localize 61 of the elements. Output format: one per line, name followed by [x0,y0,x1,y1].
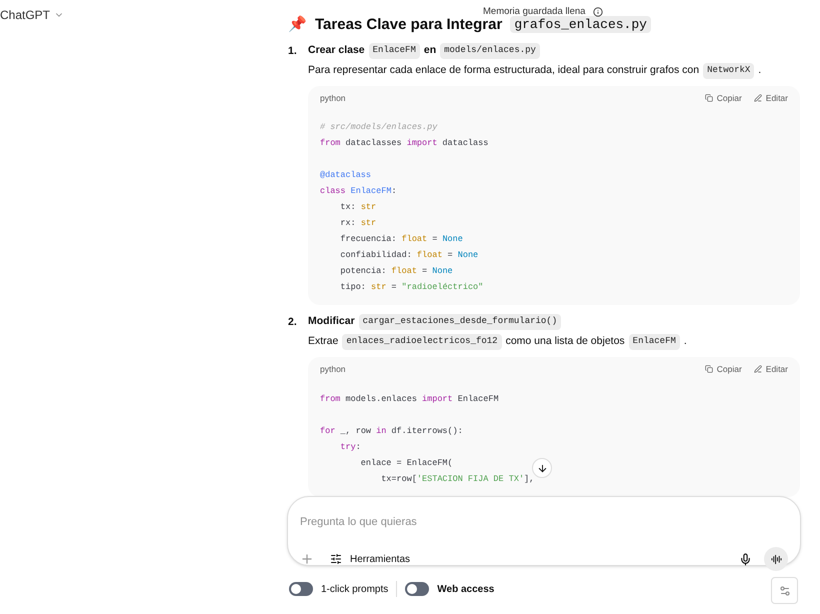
inline-code: EnlaceFM [628,334,680,350]
code-line: confiabilidad: float = None [339,250,478,260]
inline-code: NetworkX [703,63,754,79]
settings-button[interactable] [771,577,798,604]
code-language: python [320,92,346,104]
code-line: from models.enlaces import EnlaceFM [320,394,499,404]
waveform-icon [770,554,782,564]
code-line: rx: str [339,218,376,228]
copy-button[interactable]: Copiar [704,362,742,376]
copy-icon [704,365,713,373]
model-selector[interactable]: ChatGPT [0,6,64,24]
code-line: @dataclass [320,170,372,180]
voice-button[interactable] [764,547,788,571]
pin-emoji: 📌 [288,16,307,32]
edit-button[interactable]: Editar [754,92,788,104]
tools-button[interactable]: Herramientas [330,552,410,566]
inline-code: grafos_enlaces.py [510,16,651,32]
inline-code: enlaces_radioelectricos_fo12 [342,334,502,350]
toggle-switch[interactable] [289,582,313,596]
toggle-switch[interactable] [405,582,430,596]
pencil-icon [754,365,762,373]
settings-icon [778,584,790,596]
step-number: 1. [288,44,298,59]
code-line: for _, row in df.iterrows(): [320,426,463,436]
code-line: from dataclasses import dataclass [320,138,488,148]
copy-button[interactable]: Copiar [704,92,742,104]
toggle-label: Web access [437,582,494,596]
code-line: frecuencia: float = None [339,234,463,244]
toggle-label: 1-click prompts [321,582,388,596]
edit-button[interactable]: Editar [754,362,788,376]
step-description: . [684,334,687,350]
inline-code: EnlaceFM [368,43,420,59]
code-line: class EnlaceFM: [320,186,397,196]
code-line: tipo: str = "radioeléctrico" [339,282,484,292]
step-number: 2. [288,315,298,330]
microphone-icon[interactable] [739,552,752,566]
sliders-icon [330,553,342,565]
info-icon[interactable] [593,7,604,18]
prompt-field[interactable]: Pregunta lo que quieras [300,514,788,530]
pencil-icon [754,94,762,102]
code-language: python [320,362,346,376]
code-line: enlace = EnlaceFM( [360,458,453,468]
step-title: Modificar [308,314,355,330]
code-line: tx: str [339,202,376,212]
code-line: potencia: float = None [339,266,453,276]
step-title: Crear clase [308,43,365,58]
code-line: tx=row['ESTACION FIJA DE TX'], [380,474,534,484]
code-line: # src/models/enlaces.py [320,122,438,132]
inline-code: models/enlaces.py [440,43,540,59]
copy-icon [704,94,713,102]
plus-icon[interactable] [300,552,314,566]
code-line: try: [339,442,361,452]
inline-code: cargar_estaciones_desde_formulario() [358,314,562,330]
step-description: como una lista de objetos [506,334,625,350]
step-title: en [424,43,436,58]
step-description: Extrae [308,334,338,350]
arrow-down-icon [536,462,548,474]
step-description: . [758,63,762,78]
step-description: Para representar cada enlace de forma estructurada, ideal para construir grafos con [308,63,700,78]
memory-notice: Memoria guardada llena [483,5,586,18]
heading: Tareas Clave para Integrar [315,16,502,32]
